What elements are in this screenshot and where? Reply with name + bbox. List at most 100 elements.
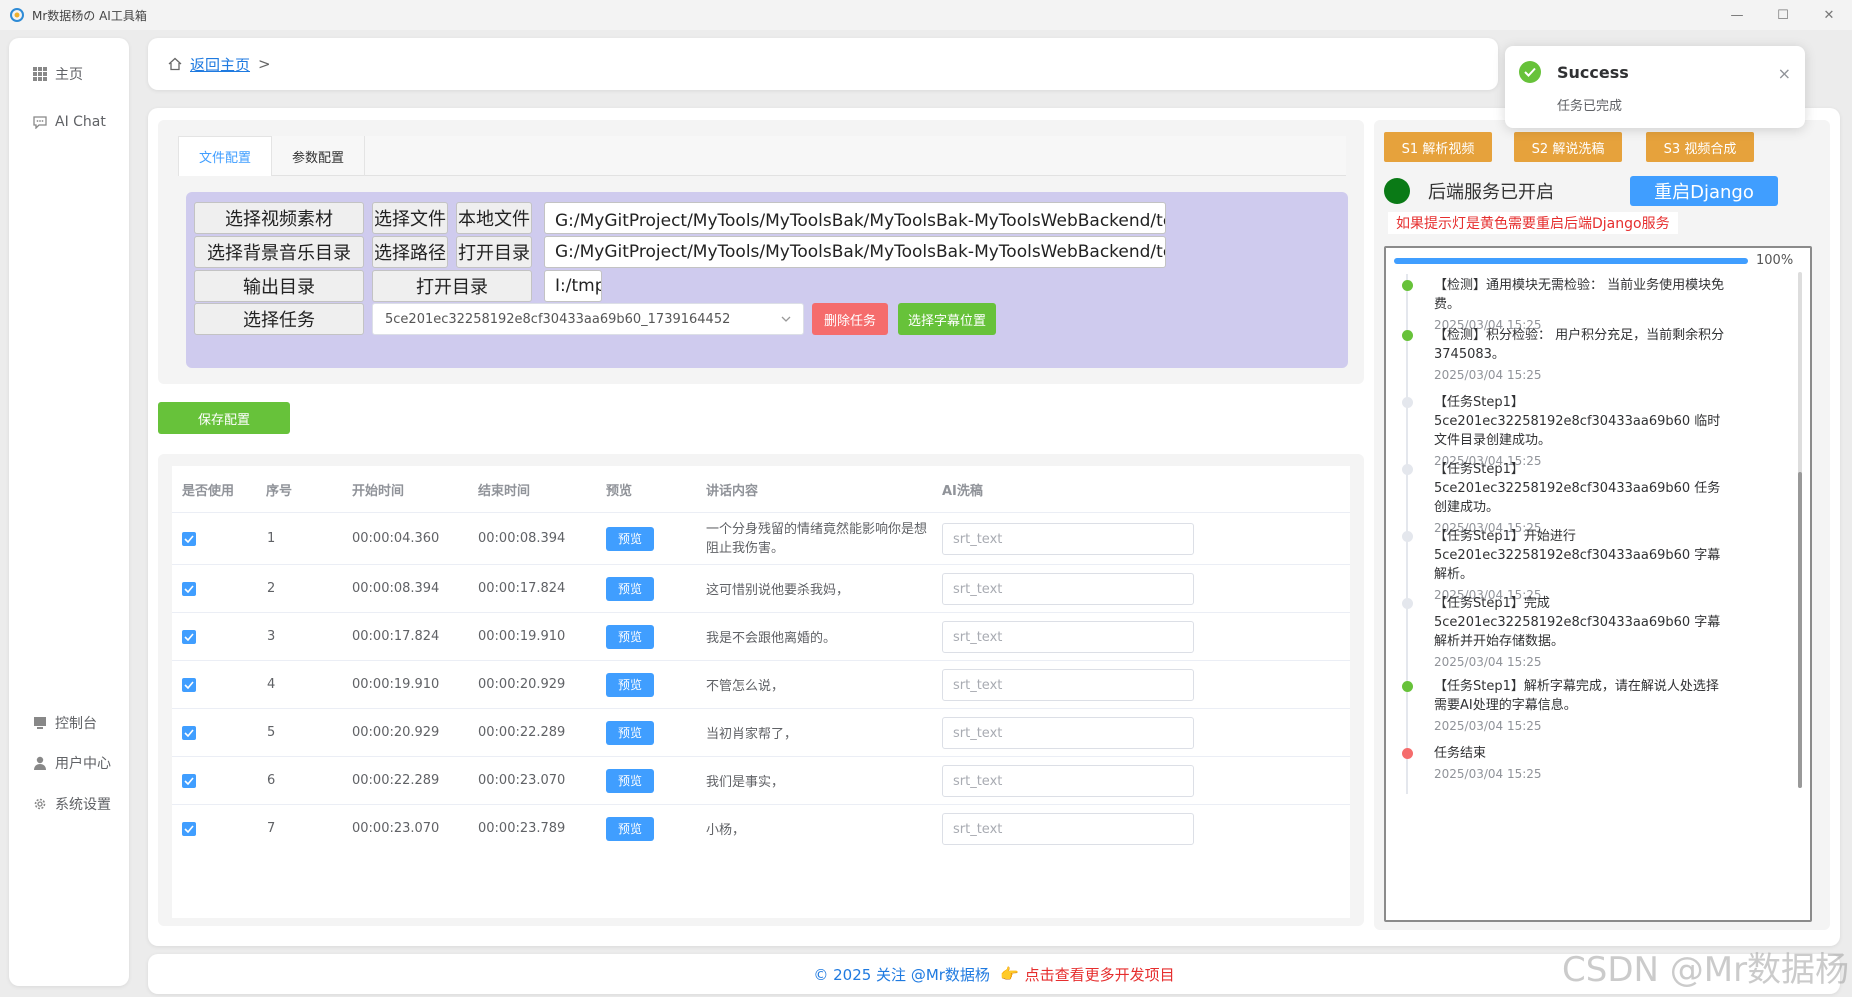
row-index: 5 <box>267 725 276 740</box>
gear-icon <box>34 798 46 810</box>
ai-text-input[interactable]: srt_text <box>942 573 1194 605</box>
sidebar-item-label: 用户中心 <box>55 756 111 772</box>
table-row: 5 00:00:20.929 00:00:22.289 预览 当初肖家帮了， s… <box>172 708 1350 756</box>
delete-task-button[interactable]: 删除任务 <box>812 303 888 335</box>
sidebar-item-settings[interactable]: 系统设置 <box>9 786 129 822</box>
backend-status-text: 后端服务已开启 <box>1428 182 1554 203</box>
row-end-time: 00:00:19.910 <box>478 629 566 644</box>
preview-button[interactable]: 预览 <box>606 720 654 745</box>
check-icon <box>184 824 194 833</box>
select-path-button[interactable]: 选择路径 <box>372 236 448 268</box>
use-checkbox[interactable] <box>182 629 196 644</box>
row-index: 1 <box>267 531 276 546</box>
use-checkbox[interactable] <box>182 725 196 740</box>
minimize-button[interactable]: — <box>1714 0 1760 30</box>
log-dot <box>1402 280 1413 291</box>
use-checkbox[interactable] <box>182 773 196 788</box>
check-icon <box>184 776 194 785</box>
select-task-button[interactable]: 选择任务 <box>194 303 364 335</box>
sidebar-item-ai-chat[interactable]: AI Chat <box>9 104 129 140</box>
home-icon <box>168 57 182 71</box>
log-scrollbar[interactable] <box>1798 272 1802 788</box>
row-start-time: 00:00:19.910 <box>352 677 440 692</box>
row-index: 6 <box>267 773 276 788</box>
check-icon <box>184 632 194 641</box>
preview-button[interactable]: 预览 <box>606 624 654 649</box>
row-end-time: 00:00:23.070 <box>478 773 566 788</box>
use-checkbox[interactable] <box>182 581 196 596</box>
sidebar-item-user-center[interactable]: 用户中心 <box>9 745 129 781</box>
scrollbar-thumb[interactable] <box>1798 472 1802 788</box>
toast-close-button[interactable]: × <box>1778 64 1791 83</box>
preview-button[interactable]: 预览 <box>606 672 654 697</box>
breadcrumb-separator: > <box>258 55 271 73</box>
task-select-value: 5ce201ec32258192e8cf30433aa69b60_1739164… <box>385 311 731 327</box>
restart-django-button[interactable]: 重启Django <box>1630 176 1778 206</box>
select-file-button[interactable]: 选择文件 <box>372 202 448 234</box>
music-path-field[interactable]: G:/MyGitProject/MyTools/MyToolsBak/MyToo… <box>544 236 1166 268</box>
check-circle-icon <box>1519 61 1541 83</box>
task-select[interactable]: 5ce201ec32258192e8cf30433aa69b60_1739164… <box>372 303 804 335</box>
log-text: 【任务Step1】解析字幕完成，请在解说人处选择需要AI处理的字幕信息。 <box>1434 679 1719 713</box>
ai-text-input[interactable]: srt_text <box>942 765 1194 797</box>
save-config-button[interactable]: 保存配置 <box>158 402 290 434</box>
subtitle-position-button[interactable]: 选择字幕位置 <box>898 303 996 335</box>
back-home-link[interactable]: 返回主页 <box>190 54 250 75</box>
footer-follow-link[interactable]: © 2025 关注 @Mr数据杨 <box>813 964 990 985</box>
row-content: 不管怎么说， <box>706 679 785 694</box>
row-start-time: 00:00:20.929 <box>352 725 440 740</box>
log-text: 【检测】通用模块无需检验： 当前业务使用模块免费。 <box>1434 278 1725 312</box>
output-path-field[interactable]: I:/tmp <box>544 270 602 302</box>
ai-text-input[interactable]: srt_text <box>942 717 1194 749</box>
use-checkbox[interactable] <box>182 821 196 836</box>
open-music-dir-button[interactable]: 打开目录 <box>456 236 532 268</box>
app-logo-icon <box>10 8 24 22</box>
restart-warning: 如果提示灯是黄色需要重启后端Django服务 <box>1388 212 1678 234</box>
ai-text-input[interactable]: srt_text <box>942 621 1194 653</box>
open-output-dir-button[interactable]: 打开目录 <box>372 270 532 302</box>
ai-text-input[interactable]: srt_text <box>942 669 1194 701</box>
use-checkbox[interactable] <box>182 677 196 692</box>
step2-rewrite-button[interactable]: S2 解说洗稿 <box>1514 132 1622 162</box>
select-music-dir-button[interactable]: 选择背景音乐目录 <box>194 236 364 268</box>
task-panel: S1 解析视频 S2 解说洗稿 S3 视频合成 后端服务已开启 重启Django… <box>1374 120 1830 930</box>
preview-button[interactable]: 预览 <box>606 576 654 601</box>
log-text: 【任务Step1】 5ce201ec32258192e8cf30433aa69b… <box>1434 395 1721 448</box>
preview-button[interactable]: 预览 <box>606 526 654 551</box>
column-header-index: 序号 <box>266 483 293 499</box>
log-entry: 【检测】积分检验： 用户积分充足，当前剩余积分 3745083。 2025/03/… <box>1400 326 1730 382</box>
use-checkbox[interactable] <box>182 531 196 546</box>
log-time: 2025/03/04 15:25 <box>1434 767 1542 781</box>
local-file-button[interactable]: 本地文件 <box>456 202 532 234</box>
ai-text-input[interactable]: srt_text <box>942 523 1194 555</box>
log-dot <box>1402 531 1413 542</box>
log-entry: 【任务Step1】解析字幕完成，请在解说人处选择需要AI处理的字幕信息。 2025… <box>1400 677 1730 733</box>
row-index: 2 <box>267 581 276 596</box>
preview-button[interactable]: 预览 <box>606 816 654 841</box>
tab-param-config[interactable]: 参数配置 <box>272 136 366 176</box>
output-dir-button[interactable]: 输出目录 <box>194 270 364 302</box>
close-window-button[interactable]: ✕ <box>1806 0 1852 30</box>
row-index: 3 <box>267 629 276 644</box>
column-header-end: 结束时间 <box>478 483 531 499</box>
column-header-preview: 预览 <box>606 483 633 499</box>
row-content: 一个分身残留的情绪竟然能影响你是想阻止我伤害。 <box>706 521 928 556</box>
log-dot <box>1402 748 1413 759</box>
sidebar-item-label: 主页 <box>55 67 83 83</box>
progress-text: 100% <box>1756 253 1794 268</box>
video-path-field[interactable]: G:/MyGitProject/MyTools/MyToolsBak/MyToo… <box>544 202 1166 234</box>
select-video-button[interactable]: 选择视频素材 <box>194 202 364 234</box>
preview-button[interactable]: 预览 <box>606 768 654 793</box>
row-content: 我是不会跟他离婚的。 <box>706 631 837 646</box>
ai-text-input[interactable]: srt_text <box>942 813 1194 845</box>
success-toast: Success 任务已完成 × <box>1505 46 1805 128</box>
maximize-button[interactable]: ☐ <box>1760 0 1806 30</box>
sidebar-item-home[interactable]: 主页 <box>9 56 129 92</box>
step1-parse-video-button[interactable]: S1 解析视频 <box>1384 132 1492 162</box>
more-projects-link[interactable]: 点击查看更多开发项目 <box>1025 964 1175 985</box>
log-entry: 【任务Step1】完成 5ce201ec32258192e8cf30433aa6… <box>1400 594 1730 669</box>
sidebar-item-console[interactable]: 控制台 <box>9 705 129 741</box>
step3-compose-button[interactable]: S3 视频合成 <box>1646 132 1754 162</box>
check-icon <box>184 584 194 593</box>
tab-file-config[interactable]: 文件配置 <box>178 136 273 176</box>
